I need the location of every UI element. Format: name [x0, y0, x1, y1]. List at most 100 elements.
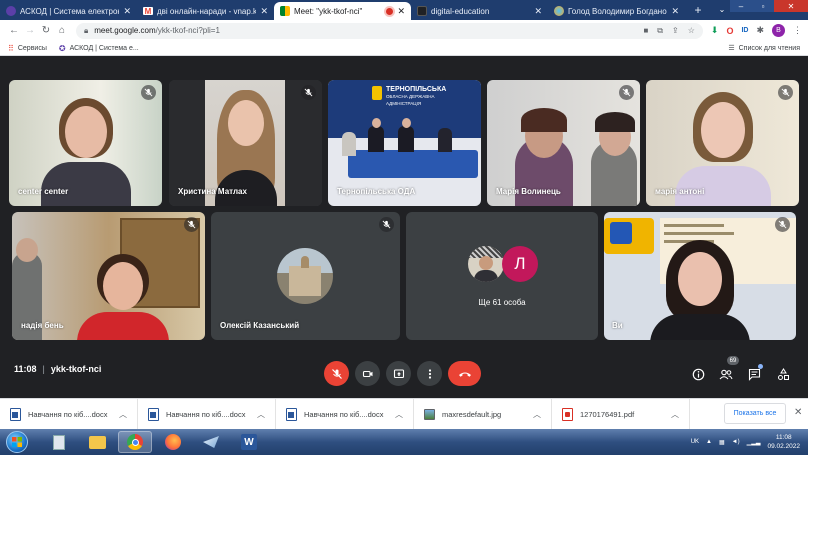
activities-button[interactable]	[775, 366, 791, 382]
close-tab-icon[interactable]: ✕	[123, 6, 131, 17]
taskbar-word[interactable]: W	[232, 431, 266, 453]
lock-icon[interactable]: 🔒︎	[84, 26, 88, 36]
tab-search-icon[interactable]: ⌄	[714, 3, 730, 15]
system-tray: UK ▲ ▦ ◄) ▁▂▃ 11:08 09.02.2022	[691, 429, 800, 455]
tab-digital-education[interactable]: digital-education ✕	[411, 2, 548, 20]
show-all-downloads-button[interactable]: Показать все	[724, 403, 786, 424]
camera-button[interactable]	[355, 361, 380, 386]
askod-favicon-icon	[6, 6, 16, 16]
taskbar-chrome[interactable]	[118, 431, 152, 453]
meeting-info[interactable]: 11:08 | ykk-tkof-nci	[14, 364, 101, 374]
download-shelf: Навчання по кіб....docx ︿ Навчання по кі…	[0, 398, 808, 430]
camera-in-use-icon[interactable]: ■	[643, 26, 648, 36]
close-tab-icon[interactable]: ✕	[397, 6, 405, 17]
muted-mic-icon	[775, 217, 790, 232]
bookmark-apps[interactable]: ⠿ Сервисы	[8, 44, 47, 53]
taskbar-network-app[interactable]	[194, 431, 228, 453]
start-button[interactable]	[6, 431, 28, 453]
word-file-icon	[10, 407, 21, 421]
participant-tile[interactable]: Христина Матлах	[169, 80, 322, 206]
minimize-button[interactable]: –	[730, 0, 752, 12]
tray-clock[interactable]: 11:08 09.02.2022	[767, 433, 800, 451]
participant-name: Христина Матлах	[178, 187, 247, 196]
chevron-up-icon[interactable]: ︿	[257, 409, 265, 420]
participant-tile[interactable]: надія бень	[12, 212, 205, 340]
meeting-details-button[interactable]	[690, 366, 706, 382]
windows-taskbar: W UK ▲ ▦ ◄) ▁▂▃ 11:08 09.02.2022	[0, 429, 808, 455]
input-language[interactable]: UK	[691, 439, 699, 445]
chevron-up-icon[interactable]: ︿	[119, 409, 127, 420]
participant-tile[interactable]: Олексій Казанський	[211, 212, 400, 340]
pdf-file-icon	[562, 407, 573, 421]
participant-tile[interactable]: марія антоні	[646, 80, 799, 206]
new-tab-button[interactable]: +	[689, 1, 707, 19]
extension-opera-icon[interactable]: O	[726, 26, 733, 36]
reading-list-icon: ☰	[728, 45, 735, 52]
participant-avatar	[468, 246, 504, 282]
emblem-icon	[372, 86, 382, 100]
bookmark-star-icon[interactable]: ☆	[688, 26, 695, 36]
omnibox[interactable]: 🔒︎ meet.google.com/ykk-tkof-nci?pli=1 ■ …	[76, 22, 703, 39]
chevron-up-icon[interactable]: ︿	[395, 409, 403, 420]
calculator-icon	[53, 434, 65, 450]
tab-askod[interactable]: АСКОД | Система електронного ✕	[0, 2, 137, 20]
forward-icon[interactable]: →	[22, 25, 38, 36]
download-item[interactable]: Навчання по кіб....docx ︿	[138, 398, 276, 430]
askod-icon: ✪	[58, 43, 66, 53]
tab-golod[interactable]: Голод Володимир Богданович ✕	[548, 2, 685, 20]
participants-button[interactable]	[718, 366, 734, 382]
signal-icon[interactable]: ▁▂▃	[747, 439, 761, 446]
leave-call-button[interactable]	[448, 361, 481, 386]
more-participants-tile[interactable]: Л Ще 61 особа	[406, 212, 598, 340]
participant-tile[interactable]: ТЕРНОПІЛЬСЬКА ОБЛАСНА ДЕРЖАВНА АДМІНІСТР…	[328, 80, 481, 206]
tray-arrow-icon[interactable]: ▲	[706, 439, 712, 445]
word-file-icon	[286, 407, 297, 421]
download-item[interactable]: Навчання по кіб....docx ︿	[0, 398, 138, 430]
participant-tile[interactable]: center center	[9, 80, 162, 206]
close-tab-icon[interactable]: ✕	[260, 6, 268, 17]
taskbar-explorer[interactable]	[80, 431, 114, 453]
home-icon[interactable]: ⌂	[54, 25, 70, 36]
extension-id-icon[interactable]: ID	[741, 27, 748, 34]
download-item[interactable]: Навчання по кіб....docx ︿	[276, 398, 414, 430]
tab-meet[interactable]: Meet: "ykk-tkof-nci" ✕	[274, 2, 411, 20]
participant-name: надія бень	[21, 321, 64, 330]
maximize-button[interactable]: ▫	[752, 0, 774, 12]
profile-avatar[interactable]: B	[772, 24, 785, 37]
network-icon[interactable]: ▦	[719, 439, 725, 446]
extension-download-icon[interactable]: ⬇	[711, 25, 719, 36]
present-icon	[393, 368, 404, 378]
chrome-menu-icon[interactable]: ⋮	[793, 25, 802, 36]
present-screen-button[interactable]	[386, 361, 411, 386]
apps-grid-icon: ⠿	[8, 43, 14, 53]
close-shelf-icon[interactable]: ✕	[794, 407, 802, 418]
unmute-mic-button[interactable]	[324, 361, 349, 386]
download-item[interactable]: 1270176491.pdf ︿	[552, 398, 690, 430]
more-participants-label: Ще 61 особа	[478, 298, 526, 307]
translate-icon[interactable]: ⧉	[657, 26, 663, 36]
share-icon[interactable]: ⇪	[672, 26, 679, 36]
more-options-button[interactable]	[417, 361, 442, 386]
back-icon[interactable]: ←	[6, 25, 22, 36]
volume-icon[interactable]: ◄)	[732, 439, 740, 445]
reading-list[interactable]: ☰ Список для чтения	[728, 44, 800, 53]
chevron-up-icon[interactable]: ︿	[671, 409, 679, 420]
close-tab-icon[interactable]: ✕	[671, 6, 679, 17]
extensions-puzzle-icon[interactable]: ✱	[756, 25, 764, 36]
taskbar-firefox[interactable]	[156, 431, 190, 453]
meeting-time: 11:08	[14, 364, 37, 374]
participant-tile[interactable]: Марія Волинець	[487, 80, 640, 206]
close-window-button[interactable]: ✕	[774, 0, 808, 12]
windows-logo-icon	[12, 437, 22, 447]
close-tab-icon[interactable]: ✕	[534, 6, 542, 17]
download-item[interactable]: maxresdefault.jpg ︿	[414, 398, 552, 430]
self-tile[interactable]: Ви	[604, 212, 796, 340]
participant-name: center center	[18, 187, 69, 196]
tab-title: дві онлайн-наради - vnap.kre	[157, 6, 257, 16]
tab-gmail[interactable]: M дві онлайн-наради - vnap.kre ✕	[137, 2, 274, 20]
chevron-up-icon[interactable]: ︿	[533, 409, 541, 420]
reload-icon[interactable]: ↻	[38, 25, 54, 36]
taskbar-calculator[interactable]	[42, 431, 76, 453]
bookmark-askod[interactable]: ✪ АСКОД | Система е...	[59, 44, 139, 53]
participants-count-badge: 69	[727, 356, 739, 365]
